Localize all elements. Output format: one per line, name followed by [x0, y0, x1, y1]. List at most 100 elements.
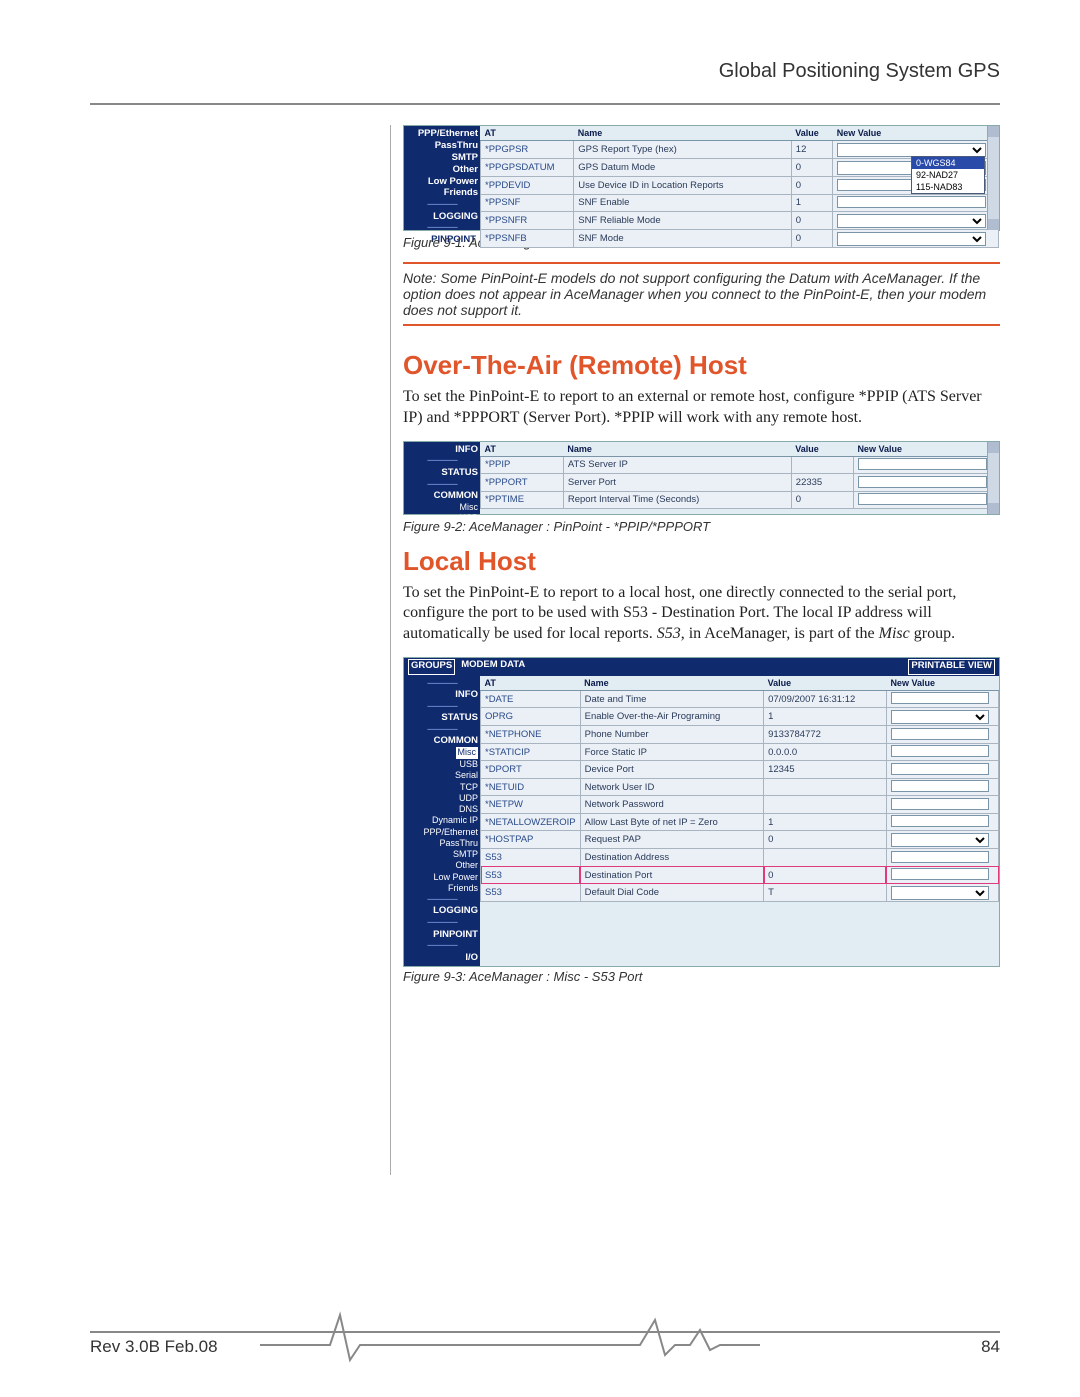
sidebar-item[interactable]: COMMON — [406, 735, 478, 747]
sidebar-logging[interactable]: LOGGING — [406, 211, 478, 223]
newvalue-select[interactable] — [891, 833, 989, 847]
newvalue-input[interactable] — [891, 815, 989, 827]
sidebar-sub[interactable]: DNS — [406, 804, 478, 815]
fig3-table: ATNameValueNew Value*DATEDate and Time07… — [480, 676, 999, 903]
cell-newvalue[interactable] — [886, 849, 998, 867]
table-row: *PPIPATS Server IP — [481, 456, 999, 474]
topbar-printable-view[interactable]: PRINTABLE VIEW — [908, 659, 995, 675]
cell-newvalue[interactable] — [853, 474, 998, 492]
newvalue-input[interactable] — [891, 851, 989, 863]
sidebar-item[interactable]: STATUS — [406, 467, 478, 479]
newvalue-input[interactable] — [891, 868, 989, 880]
sidebar-item[interactable]: INFO — [406, 689, 478, 701]
cell-at: *PPPORT — [481, 474, 564, 492]
scrollbar[interactable] — [987, 126, 999, 230]
sidebar-sub[interactable]: PPP/Ethernet — [406, 827, 478, 838]
cell-name: GPS Report Type (hex) — [574, 141, 792, 159]
newvalue-input[interactable] — [858, 493, 987, 505]
sidebar-item[interactable]: Friends — [406, 187, 478, 199]
sidebar-sub[interactable]: Misc — [406, 502, 478, 513]
newvalue-select[interactable] — [837, 143, 986, 157]
page-header-title: Global Positioning System GPS — [90, 60, 1000, 83]
col-header: AT — [481, 676, 581, 691]
sidebar-item[interactable]: PPP/Ethernet — [406, 128, 478, 140]
sidebar-sub-misc[interactable]: Misc — [456, 747, 479, 758]
col-header: Value — [764, 676, 887, 691]
topbar-groups[interactable]: GROUPS — [408, 659, 455, 675]
cell-newvalue[interactable] — [833, 212, 999, 230]
fig2-table: ATNameValueNew Value*PPIPATS Server IP*P… — [480, 442, 999, 510]
cell-at: *NETALLOWZEROIP — [481, 813, 581, 831]
cell-newvalue[interactable] — [886, 761, 998, 779]
sidebar-io[interactable]: I/O — [406, 952, 478, 964]
sidebar-sub[interactable]: SMTP — [406, 849, 478, 860]
cell-newvalue[interactable] — [886, 690, 998, 708]
cell-newvalue[interactable] — [833, 230, 999, 248]
fig1-datum-dropdown[interactable]: 0-WGS84 92-NAD27 115-NAD83 — [911, 156, 985, 194]
sidebar-sub[interactable]: USB — [406, 759, 478, 770]
section-local-title: Local Host — [403, 546, 1000, 577]
cell-newvalue[interactable] — [853, 456, 998, 474]
cell-name: Date and Time — [580, 690, 763, 708]
sidebar-item[interactable]: PassThru — [406, 140, 478, 152]
newvalue-input[interactable] — [891, 692, 989, 704]
cell-at: S53 — [481, 884, 581, 902]
footer-page-number: 84 — [981, 1337, 1000, 1357]
newvalue-select[interactable] — [891, 886, 989, 900]
sidebar-logging[interactable]: LOGGING — [406, 905, 478, 917]
col-header: AT — [481, 442, 564, 457]
sidebar-item[interactable]: COMMON — [406, 490, 478, 502]
sidebar-item[interactable]: Low Power — [406, 176, 478, 188]
dropdown-option[interactable]: 115-NAD83 — [912, 181, 984, 193]
newvalue-select[interactable] — [891, 710, 989, 724]
sidebar-sub[interactable]: TCP — [406, 782, 478, 793]
cell-newvalue[interactable] — [886, 708, 998, 726]
col-header: Name — [580, 676, 763, 691]
cell-newvalue[interactable] — [886, 796, 998, 814]
cell-newvalue[interactable] — [886, 726, 998, 744]
sidebar-sub[interactable]: PassThru — [406, 838, 478, 849]
newvalue-input[interactable] — [891, 745, 989, 757]
newvalue-input[interactable] — [891, 798, 989, 810]
newvalue-input[interactable] — [891, 780, 989, 792]
sidebar-sub[interactable]: Low Power — [406, 872, 478, 883]
table-row: *NETUIDNetwork User ID — [481, 778, 999, 796]
section-ota-para: To set the PinPoint-E to report to an ex… — [403, 387, 1000, 429]
newvalue-input[interactable] — [891, 763, 989, 775]
cell-value: 1 — [764, 708, 887, 726]
sidebar-sub[interactable]: Other — [406, 860, 478, 871]
sidebar-sub[interactable]: Dynamic IP — [406, 815, 478, 826]
sidebar-item[interactable]: STATUS — [406, 712, 478, 724]
scrollbar[interactable] — [987, 442, 999, 514]
cell-newvalue[interactable] — [886, 866, 998, 884]
col-header: Value — [791, 126, 832, 141]
cell-newvalue[interactable] — [886, 884, 998, 902]
sidebar-item[interactable]: Other — [406, 164, 478, 176]
cell-newvalue[interactable] — [886, 831, 998, 849]
cell-at: S53 — [481, 849, 581, 867]
cell-value: 0 — [764, 831, 887, 849]
cell-newvalue[interactable] — [886, 778, 998, 796]
newvalue-input[interactable] — [858, 476, 987, 488]
cell-value: 0 — [791, 230, 832, 248]
cell-name: Default Dial Code — [580, 884, 763, 902]
sidebar-pinpoint[interactable]: PINPOINT — [406, 929, 478, 941]
sidebar-item[interactable]: SMTP — [406, 152, 478, 164]
newvalue-select[interactable] — [837, 232, 986, 246]
cell-newvalue[interactable] — [886, 813, 998, 831]
newvalue-select[interactable] — [837, 214, 986, 228]
dropdown-option[interactable]: 92-NAD27 — [912, 169, 984, 181]
sidebar-item[interactable]: INFO — [406, 444, 478, 456]
newvalue-input[interactable] — [858, 458, 987, 470]
sidebar-sub[interactable]: Serial — [406, 770, 478, 781]
cell-newvalue[interactable] — [853, 491, 998, 509]
dropdown-option[interactable]: 0-WGS84 — [912, 157, 984, 169]
sidebar-sub[interactable]: UDP — [406, 793, 478, 804]
cell-name: SNF Mode — [574, 230, 792, 248]
cell-newvalue[interactable] — [833, 194, 999, 212]
cell-newvalue[interactable] — [886, 743, 998, 761]
sidebar-sub[interactable]: Friends — [406, 883, 478, 894]
cell-value: 0 — [791, 159, 832, 177]
newvalue-input[interactable] — [891, 728, 989, 740]
newvalue-input[interactable] — [837, 196, 986, 208]
